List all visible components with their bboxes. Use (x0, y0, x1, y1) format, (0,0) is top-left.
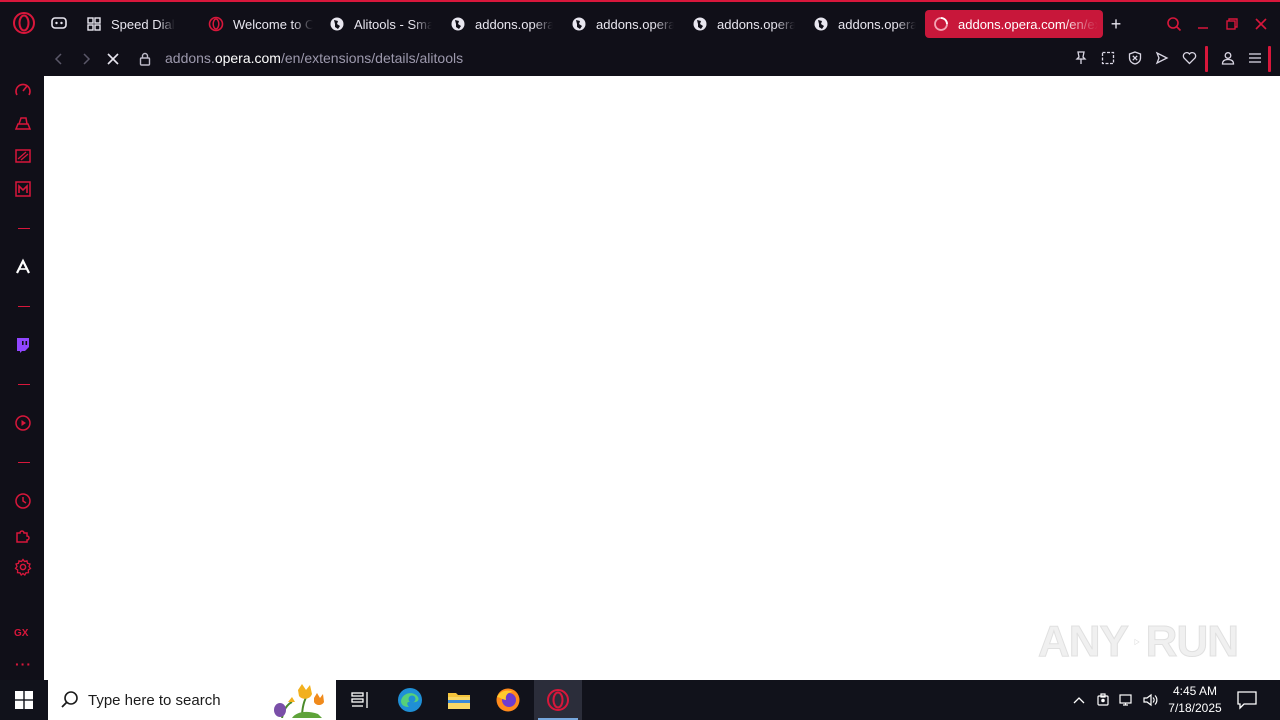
pin-icon[interactable] (1071, 48, 1091, 68)
tab-welcome[interactable]: Welcome to Opera (202, 10, 320, 38)
tab-label: addons.opera.com (596, 16, 674, 32)
firefox-icon[interactable] (484, 680, 532, 720)
sidebar-separator (18, 462, 30, 463)
sidebar-separator (18, 384, 30, 385)
news-icon[interactable] (12, 145, 34, 167)
sidebar-separator (18, 306, 30, 307)
sidebar-more-button[interactable]: ··· (15, 656, 32, 672)
restore-icon[interactable] (1222, 14, 1242, 34)
globe-icon (450, 16, 466, 32)
tab-label: Speed Dial (111, 16, 175, 32)
clock-date: 7/18/2025 (1168, 701, 1222, 715)
volume-icon[interactable] (1140, 680, 1162, 720)
stop-loading-button[interactable] (102, 48, 124, 70)
watermark-left: ANY (1038, 617, 1130, 667)
tab-speed-dial[interactable]: Speed Dial (80, 10, 198, 38)
search-placeholder: Type here to search (88, 691, 221, 709)
tab-label: Alitools - Smart (354, 16, 432, 32)
tray-app-icon[interactable] (1093, 680, 1113, 720)
tab-label: Welcome to Opera (233, 16, 313, 32)
tab-addons-active[interactable]: addons.opera.com/en/extensions (925, 10, 1103, 38)
globe-icon (329, 16, 345, 32)
search-icon (61, 691, 78, 708)
send-icon[interactable] (1152, 48, 1172, 68)
easy-setup-icon[interactable] (1245, 48, 1265, 68)
page-content: ANY RUN (44, 76, 1280, 682)
toolbar-separator (1205, 46, 1208, 72)
task-view-icon[interactable] (336, 680, 384, 720)
globe-icon (813, 16, 829, 32)
tab-label: addons.opera.com/en/extensions (958, 16, 1098, 32)
browser-window: Speed Dial Welcome to Opera Alitools - S… (0, 0, 1280, 682)
taskbar-clock[interactable]: 4:45 AM 7/18/2025 (1160, 683, 1230, 717)
tab-addons-3[interactable]: addons.opera.com (686, 10, 804, 38)
sidebar: GX ··· (0, 74, 44, 682)
toolbar-separator (1268, 46, 1271, 72)
tab-label: addons.opera.com (475, 16, 553, 32)
minimize-icon[interactable] (1193, 14, 1213, 34)
url-field[interactable]: addons.opera.com/en/extensions/details/a… (165, 50, 463, 66)
search-highlight-flowers-icon (274, 684, 324, 718)
lock-icon[interactable] (134, 48, 156, 70)
tab-label: addons.opera.com (717, 16, 795, 32)
forward-button[interactable] (75, 48, 97, 70)
aria-ai-icon[interactable] (12, 256, 34, 278)
new-tab-button[interactable]: + (1106, 14, 1126, 34)
messenger-m-icon[interactable] (12, 178, 34, 200)
url-host: opera.com (214, 50, 281, 66)
settings-gear-icon[interactable] (12, 556, 34, 578)
address-bar: addons.opera.com/en/extensions/details/a… (0, 44, 1280, 74)
speed-dial-icon (86, 16, 102, 32)
gx-label[interactable]: GX (14, 628, 28, 639)
tab-addons-4[interactable]: addons.opera.com (807, 10, 925, 38)
tab-bar: Speed Dial Welcome to Opera Alitools - S… (0, 2, 1280, 44)
sidebar-separator (18, 228, 30, 229)
watermark-right: RUN (1145, 617, 1239, 667)
history-clock-icon[interactable] (12, 490, 34, 512)
tab-addons-2[interactable]: addons.opera.com (565, 10, 683, 38)
network-icon[interactable] (1116, 680, 1138, 720)
search-tabs-icon[interactable] (1164, 14, 1184, 34)
opera-menu-icon[interactable] (12, 11, 36, 35)
windows-logo-icon (15, 691, 33, 709)
gx-corner-icon[interactable] (12, 112, 34, 134)
url-prefix: addons. (165, 50, 215, 66)
file-explorer-icon[interactable] (435, 680, 483, 720)
back-button[interactable] (48, 48, 70, 70)
player-icon[interactable] (12, 412, 34, 434)
heart-icon[interactable] (1179, 48, 1199, 68)
play-logo-icon (1134, 638, 1140, 646)
tab-alitools[interactable]: Alitools - Smart (323, 10, 441, 38)
show-hidden-icons-chevron-icon[interactable] (1068, 680, 1090, 720)
globe-icon (692, 16, 708, 32)
opera-icon (208, 16, 224, 32)
extensions-icon[interactable] (12, 524, 34, 546)
loading-spinner-icon (933, 16, 949, 32)
tab-addons-1[interactable]: addons.opera.com (444, 10, 562, 38)
snapshot-icon[interactable] (1098, 48, 1118, 68)
opera-gx-taskbar-icon[interactable] (534, 680, 582, 720)
close-icon[interactable] (1251, 14, 1271, 34)
url-path: /en/extensions/details/alitools (280, 50, 464, 66)
anyrun-watermark: ANY RUN (1038, 610, 1240, 674)
taskbar-search-box[interactable]: Type here to search (48, 680, 336, 720)
profile-icon[interactable] (1218, 48, 1238, 68)
gx-speed-icon[interactable] (12, 79, 34, 101)
clock-time: 4:45 AM (1172, 684, 1218, 698)
edge-browser-icon[interactable] (386, 680, 434, 720)
notification-center-icon[interactable] (1236, 690, 1258, 710)
gx-control-icon[interactable] (50, 14, 68, 32)
ad-blocker-icon[interactable] (1125, 48, 1145, 68)
twitch-icon[interactable] (12, 334, 34, 356)
start-button[interactable] (0, 680, 48, 720)
windows-taskbar: Type here to search 4:45 AM 7/18/2025 (0, 680, 1280, 720)
tab-label: addons.opera.com (838, 16, 916, 32)
globe-icon (571, 16, 587, 32)
